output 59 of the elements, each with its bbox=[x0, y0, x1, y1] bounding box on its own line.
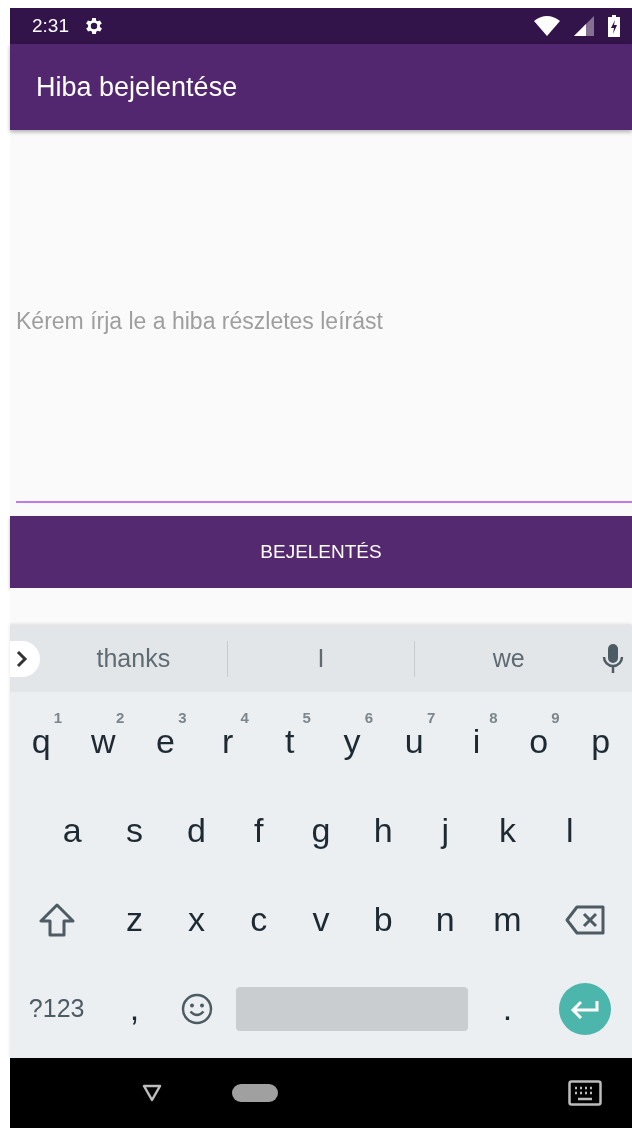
key-hint: 5 bbox=[302, 709, 311, 726]
smiley-icon bbox=[180, 992, 213, 1025]
key[interactable]: d bbox=[165, 786, 228, 875]
key[interactable]: l bbox=[538, 786, 601, 875]
description-field[interactable]: Kérem írja le a hiba részletes leírást bbox=[16, 130, 632, 503]
key[interactable]: e 3 bbox=[134, 697, 197, 786]
key[interactable]: g bbox=[289, 786, 353, 875]
key-hint: 4 bbox=[240, 709, 249, 726]
key[interactable]: q 1 bbox=[10, 697, 73, 786]
key[interactable]: , bbox=[103, 964, 166, 1053]
key-hint: 9 bbox=[551, 709, 560, 726]
home-icon[interactable] bbox=[232, 1084, 278, 1102]
key[interactable]: z bbox=[103, 875, 166, 964]
key-hint: 6 bbox=[364, 709, 374, 726]
key[interactable]: h bbox=[352, 786, 415, 875]
key[interactable]: o 9 bbox=[507, 697, 570, 786]
key[interactable]: x bbox=[165, 875, 228, 964]
keyboard-icon[interactable] bbox=[568, 1080, 602, 1106]
key-hint: 3 bbox=[178, 709, 187, 726]
shift-icon bbox=[38, 902, 75, 937]
back-icon[interactable] bbox=[142, 1084, 162, 1102]
key-hint: 7 bbox=[426, 709, 436, 726]
status-time: 2:31 bbox=[32, 15, 69, 37]
key[interactable]: i 8 bbox=[445, 697, 508, 786]
key[interactable]: . bbox=[476, 964, 539, 1053]
key[interactable]: n bbox=[414, 875, 477, 964]
chevron-icon bbox=[16, 649, 28, 668]
key-hint: 8 bbox=[489, 709, 498, 726]
symbols-key[interactable]: ?123 bbox=[10, 964, 104, 1053]
key[interactable]: a bbox=[41, 786, 104, 875]
key[interactable]: j bbox=[414, 786, 477, 875]
key[interactable]: u 7 bbox=[383, 697, 446, 786]
key-hint: 1 bbox=[53, 709, 63, 726]
suggestion[interactable]: I bbox=[227, 640, 415, 677]
suggestion[interactable]: we bbox=[415, 640, 602, 677]
expand-button[interactable] bbox=[10, 640, 40, 677]
key[interactable]: b bbox=[352, 875, 415, 964]
key[interactable]: v bbox=[289, 875, 353, 964]
key[interactable]: f bbox=[227, 786, 290, 875]
key[interactable]: s bbox=[103, 786, 166, 875]
key[interactable]: m bbox=[476, 875, 539, 964]
key[interactable]: y 6 bbox=[320, 697, 384, 786]
backspace-icon bbox=[565, 904, 606, 935]
battery-icon bbox=[608, 15, 620, 37]
signal-icon bbox=[574, 16, 594, 36]
key[interactable]: p bbox=[569, 697, 632, 786]
key-hint: 2 bbox=[116, 709, 125, 726]
wifi-icon bbox=[534, 16, 560, 36]
screen-title: Hiba bejelentése bbox=[36, 71, 238, 103]
key[interactable]: k bbox=[476, 786, 539, 875]
key[interactable]: t 5 bbox=[258, 697, 321, 786]
report-button[interactable]: BEJELENTÉS bbox=[10, 516, 632, 588]
key[interactable]: w 2 bbox=[72, 697, 135, 786]
key[interactable]: r 4 bbox=[196, 697, 259, 786]
microphone-icon bbox=[602, 642, 624, 675]
return-arrow-icon bbox=[570, 998, 601, 1019]
gear-icon bbox=[83, 15, 105, 37]
suggestion[interactable]: thanks bbox=[40, 640, 227, 677]
key[interactable]: c bbox=[227, 875, 290, 964]
